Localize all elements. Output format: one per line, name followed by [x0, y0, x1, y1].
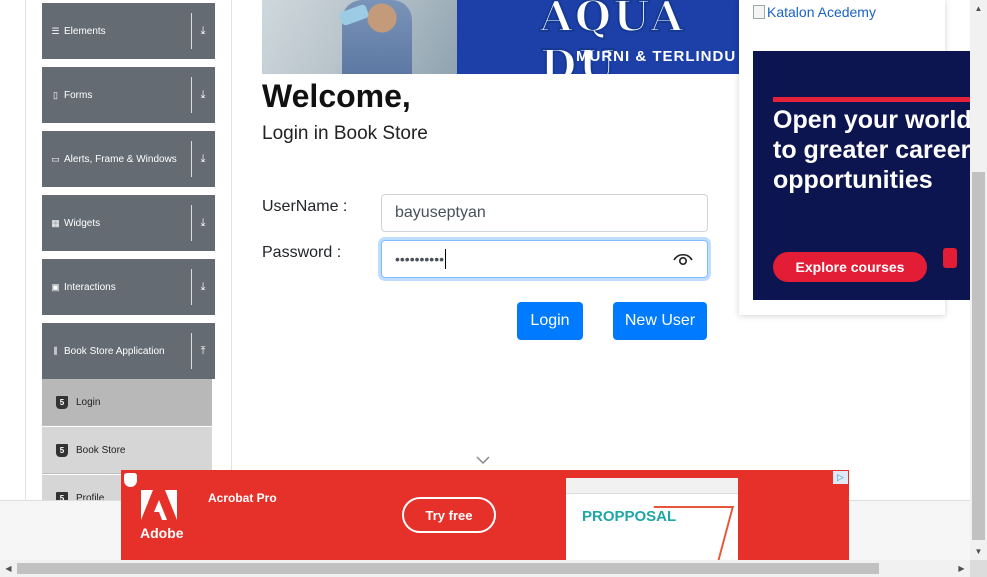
ad-red-bar — [773, 97, 973, 102]
html5-icon: 5 — [56, 443, 68, 457]
login-button[interactable]: Login — [517, 302, 583, 340]
password-input[interactable]: •••••••••• — [381, 240, 708, 278]
broken-image-icon — [753, 5, 765, 19]
brand-logo-mark — [943, 248, 957, 268]
eye-icon[interactable] — [673, 252, 693, 266]
sidebar-item-label: Book Store — [76, 444, 126, 456]
sidebar-group-forms[interactable]: ▯ Forms ⤓ — [42, 67, 215, 123]
divider — [191, 77, 192, 113]
divider — [191, 269, 192, 305]
download-arrow-icon: ⤓ — [200, 89, 206, 101]
sidebar-item-login[interactable]: 5 Login — [42, 379, 212, 426]
ad-headline-line: to greater career — [773, 136, 971, 164]
sidebar-right-border — [231, 0, 232, 470]
bottom-ad[interactable]: Adobe Acrobat Pro Try free PROPPOSAL ▷ — [121, 470, 849, 560]
broken-image: Katalon Acedemy — [753, 4, 876, 20]
vertical-scrollbar[interactable]: ▲ ▼ — [970, 0, 987, 560]
divider — [191, 333, 192, 369]
password-label: Password : — [262, 244, 342, 261]
sidebar-group-book-store-application[interactable]: ⫼ Book Store Application ⤒ — [42, 323, 215, 379]
sidebar-group-elements[interactable]: ☰ Elements ⤓ — [42, 3, 215, 59]
list-icon: ☰ — [51, 25, 60, 36]
chevron-down-icon[interactable] — [476, 455, 490, 465]
document-preview: PROPPOSAL — [566, 478, 738, 560]
ad-panel[interactable]: Open your world to greater career opport… — [753, 51, 973, 300]
top-banner-ad[interactable]: AQUA DU MURNI & TERLINDU — [262, 0, 742, 74]
sidebar-group-interactions[interactable]: ▣ Interactions ⤓ — [42, 259, 215, 315]
page-subtitle: Login in Book Store — [262, 123, 428, 144]
sidebar-group-label: Alerts, Frame & Windows — [64, 153, 177, 165]
ad-headline: Open your world to greater career opport… — [773, 105, 973, 195]
sidebar-group-label: Book Store Application — [64, 345, 165, 357]
document-toolbar — [566, 478, 738, 494]
scroll-left-icon[interactable]: ◀ — [0, 560, 17, 577]
explore-courses-button[interactable]: Explore courses — [773, 252, 927, 282]
text-caret — [445, 249, 447, 269]
horizontal-scrollbar[interactable]: ◀ ▶ — [0, 560, 970, 577]
scroll-down-icon[interactable]: ▼ — [970, 543, 987, 560]
sidebar-item-book-store[interactable]: 5 Book Store — [42, 427, 212, 474]
square-icon: ▣ — [51, 281, 60, 292]
password-value: •••••••••• — [395, 251, 445, 267]
adchoices-icon[interactable]: ▷ — [833, 471, 848, 484]
sidebar-group-label: Elements — [64, 25, 106, 37]
sidebar-left-border — [25, 0, 26, 500]
grid-icon: ▦ — [51, 217, 60, 228]
scroll-up-icon[interactable]: ▲ — [970, 0, 987, 17]
broken-image-alt: Katalon Acedemy — [767, 4, 876, 20]
vertical-scroll-thumb[interactable] — [972, 172, 985, 540]
upload-arrow-icon: ⤒ — [200, 345, 206, 357]
scroll-right-icon[interactable]: ▶ — [953, 560, 970, 577]
download-arrow-icon: ⤓ — [200, 281, 206, 293]
adobe-brand: Adobe — [140, 525, 184, 541]
building-illustration — [637, 506, 735, 560]
ad-tagline: MURNI & TERLINDU — [576, 48, 737, 65]
page: ☰ Elements ⤓ ▯ Forms ⤓ ▭ Alerts, Frame &… — [0, 0, 987, 577]
horizontal-scroll-thumb[interactable] — [17, 563, 879, 574]
shield-icon — [124, 473, 137, 487]
product-name: Acrobat Pro — [208, 491, 277, 505]
try-free-button[interactable]: Try free — [402, 497, 496, 533]
download-arrow-icon: ⤓ — [200, 153, 206, 165]
divider — [191, 205, 192, 241]
adobe-logo-icon — [141, 490, 177, 520]
username-value: bayuseptyan — [395, 204, 486, 221]
sidebar-group-label: Widgets — [64, 217, 101, 229]
sidebar-item-label: Login — [76, 396, 101, 408]
download-arrow-icon: ⤓ — [200, 25, 206, 37]
divider — [191, 141, 192, 177]
new-user-button[interactable]: New User — [613, 302, 707, 340]
page-title: Welcome, — [262, 78, 411, 114]
username-input[interactable]: bayuseptyan — [381, 194, 708, 232]
sidebar-group-alerts-frame-windows[interactable]: ▭ Alerts, Frame & Windows ⤓ — [42, 131, 215, 187]
form-icon: ▯ — [53, 89, 58, 100]
sidebar-group-label: Forms — [64, 89, 93, 101]
ad-headline-line: opportunities — [773, 166, 933, 194]
scrollbar-corner — [970, 560, 987, 577]
download-arrow-icon: ⤓ — [200, 217, 206, 229]
sidebar-group-label: Interactions — [64, 281, 116, 293]
sidebar-group-widgets[interactable]: ▦ Widgets ⤓ — [42, 195, 215, 251]
divider — [191, 13, 192, 49]
side-ad[interactable]: Katalon Acedemy Open your world to great… — [739, 0, 973, 315]
username-label: UserName : — [262, 198, 348, 215]
html5-icon: 5 — [56, 395, 68, 409]
window-icon: ▭ — [51, 153, 60, 164]
books-icon: ⫼ — [53, 345, 58, 356]
ad-headline-line: Open your world — [773, 106, 972, 134]
